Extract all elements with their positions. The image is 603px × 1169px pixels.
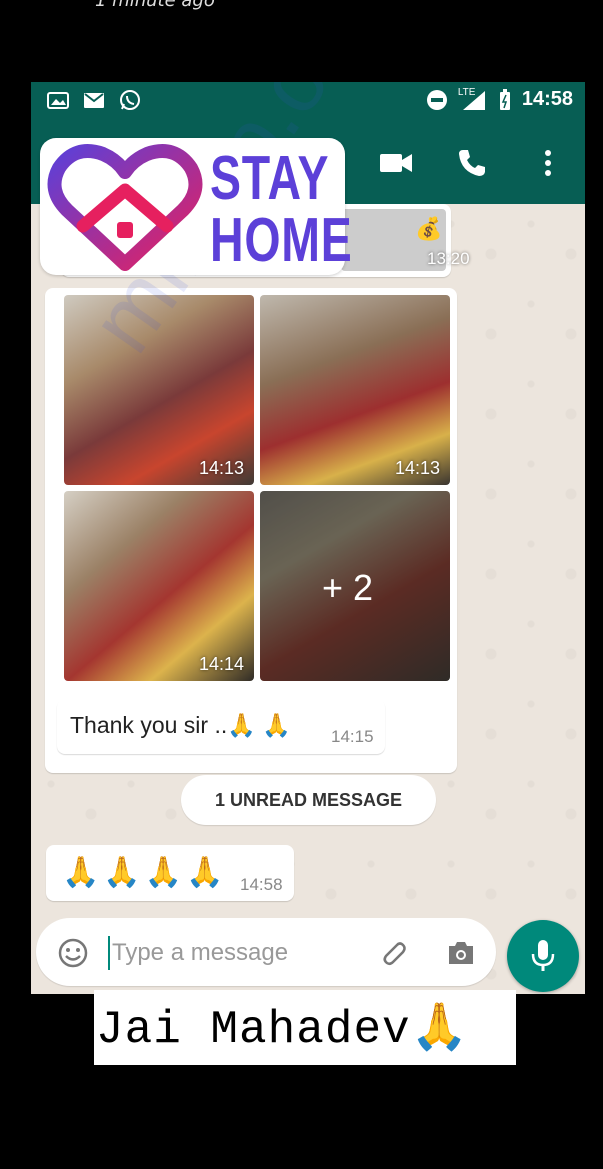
heart-house-logo: [47, 144, 203, 271]
more-photos-count: + 2: [322, 567, 374, 608]
caption-text: Jai Mahadev🙏: [96, 1003, 469, 1056]
message-time: 14:58: [240, 875, 283, 894]
unread-messages-banner: 1 UNREAD MESSAGE: [181, 775, 436, 825]
message-bubble-thanks[interactable]: Thank you sir ..🙏 🙏 14:15: [57, 699, 385, 754]
battery-icon: [498, 88, 512, 110]
message-input-bar: [36, 918, 496, 986]
top-caption: 1 minute ago: [95, 0, 215, 11]
more-options-icon[interactable]: [531, 146, 565, 180]
photo-time: 14:13: [198, 458, 244, 478]
sticker-line-2: HOME: [210, 206, 353, 275]
message-input[interactable]: [108, 936, 384, 970]
voice-message-button[interactable]: [507, 920, 579, 992]
photo-thumbnail[interactable]: 14:13: [64, 295, 254, 485]
stay-home-sticker: STAY HOME: [40, 138, 352, 275]
message-bubble-pray[interactable]: 🙏🙏🙏🙏 14:58: [46, 845, 294, 901]
status-time: 14:58: [521, 88, 573, 110]
sticker-line-1: STAY: [210, 144, 330, 213]
whatsapp-icon: [119, 90, 141, 110]
gmail-icon: [83, 90, 105, 110]
message-text: Thank you sir ..🙏 🙏: [70, 712, 291, 738]
photo-thumbnail-more[interactable]: + 2: [260, 491, 450, 681]
voice-call-icon[interactable]: [455, 146, 489, 180]
message-time: 13:20: [427, 249, 470, 268]
photo-time: 14:14: [198, 654, 244, 674]
photo-time: 14:13: [394, 458, 440, 478]
microphone-icon: [531, 940, 555, 971]
attach-icon[interactable]: [376, 936, 410, 970]
photo-thumbnail[interactable]: 14:14: [64, 491, 254, 681]
caption-box: Jai Mahadev🙏: [94, 990, 516, 1065]
photo-thumbnail[interactable]: 14:13: [260, 295, 450, 485]
gallery-icon: [47, 90, 69, 110]
money-bag-icon: 💰: [415, 216, 443, 241]
network-label: LTE: [457, 86, 476, 98]
emoji-icon[interactable]: [56, 936, 90, 970]
video-call-icon[interactable]: [379, 146, 413, 180]
message-time: 14:15: [331, 727, 374, 746]
camera-icon[interactable]: [444, 936, 478, 970]
status-bar: LTE 14:58: [31, 82, 585, 120]
message-text: 🙏🙏🙏🙏: [62, 856, 228, 889]
stay-home-text: STAY HOME: [210, 148, 353, 272]
signal-icon: LTE: [457, 86, 488, 110]
dnd-icon: [426, 89, 448, 110]
